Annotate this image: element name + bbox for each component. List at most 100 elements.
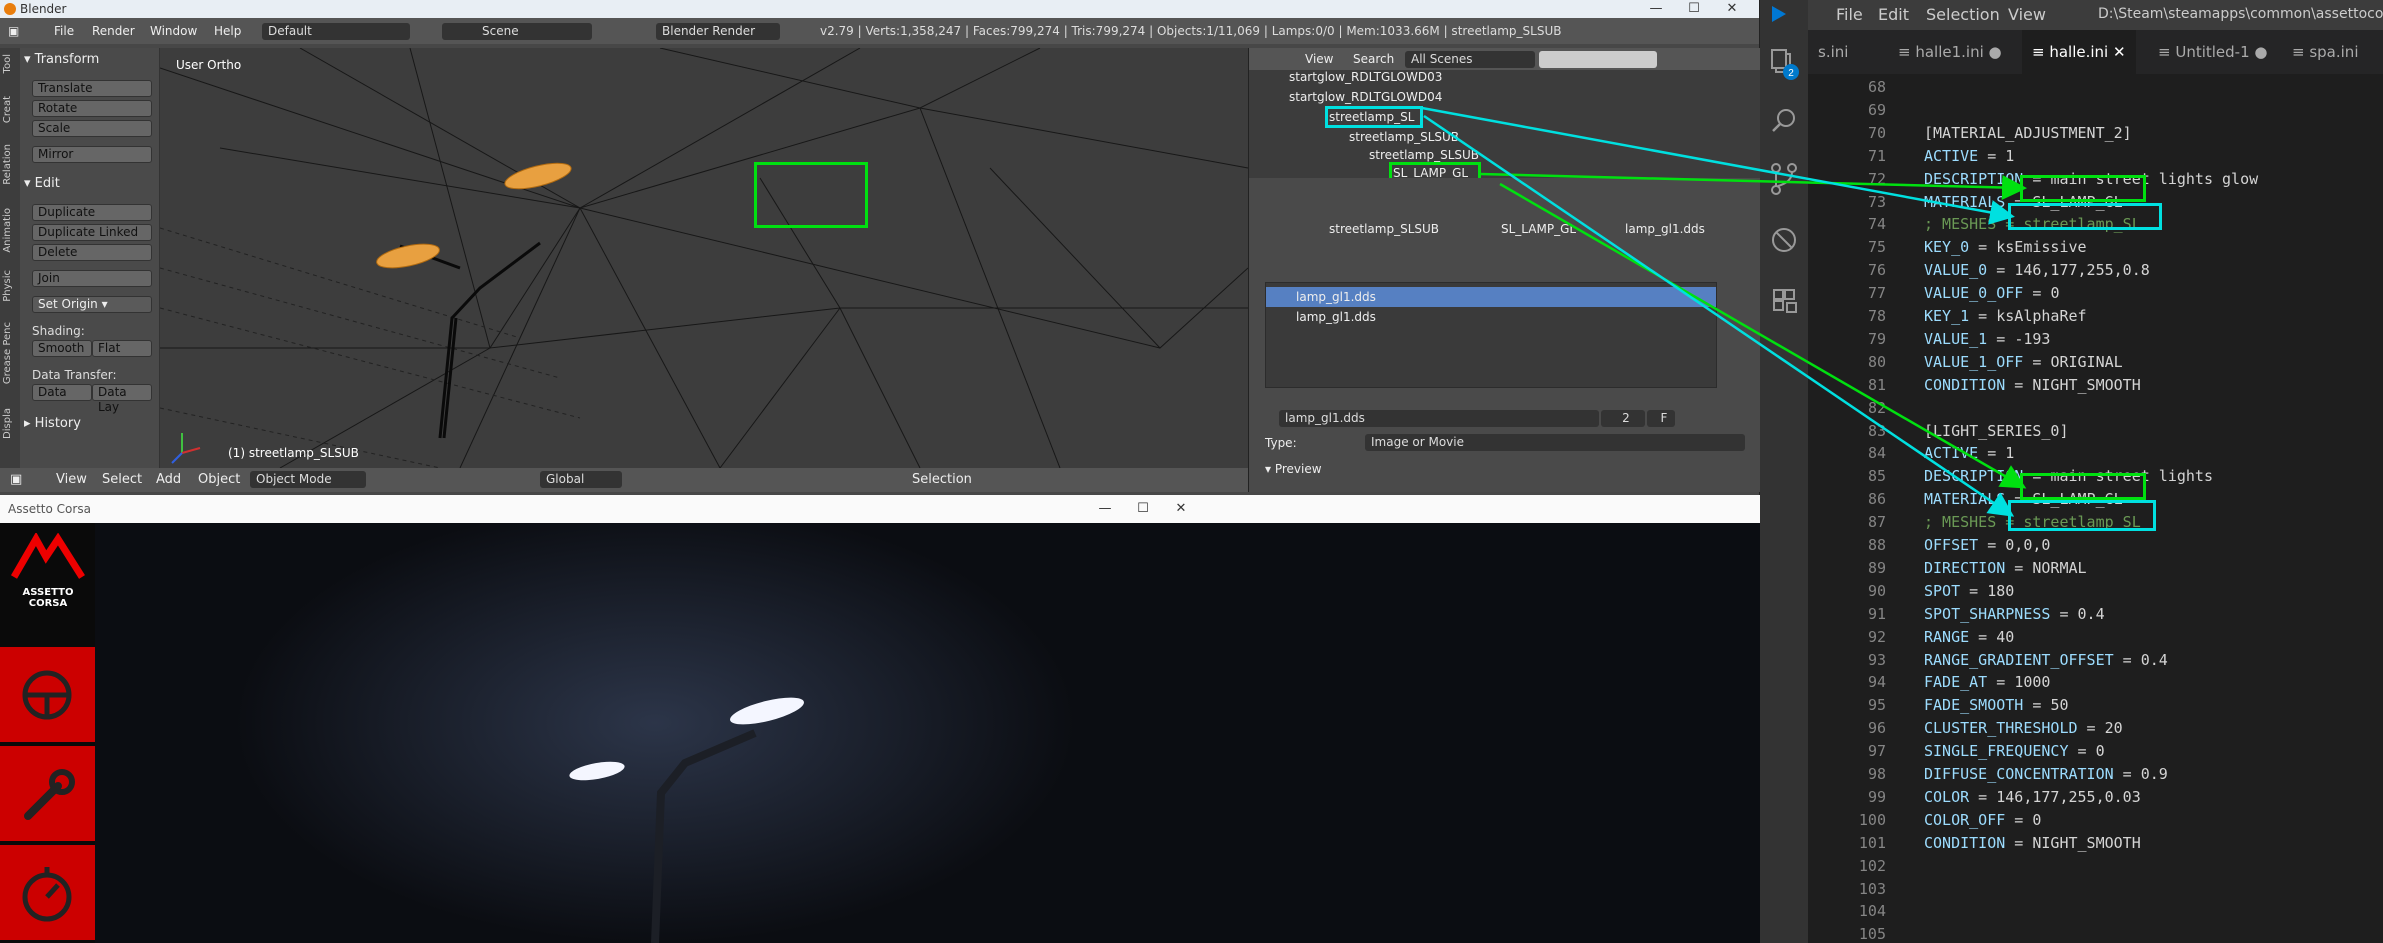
- code-line[interactable]: RANGE = 40: [1924, 628, 2014, 646]
- minimize-icon[interactable]: —: [1637, 0, 1675, 18]
- outliner-row[interactable]: streetlamp_SLSUB: [1349, 130, 1459, 144]
- search-icon[interactable]: [1772, 109, 1795, 132]
- translate-button[interactable]: Translate: [32, 80, 152, 97]
- preview-panel-header[interactable]: ▾ Preview: [1265, 462, 1322, 476]
- tab-relation[interactable]: Relation: [2, 144, 18, 185]
- setup-menu-tile[interactable]: [0, 746, 95, 843]
- texture-type-select[interactable]: Image or Movie: [1365, 434, 1745, 451]
- edit-panel-header[interactable]: ▾ Edit: [24, 176, 60, 191]
- layout-select[interactable]: Default: [262, 23, 410, 40]
- code-line[interactable]: RANGE_GRADIENT_OFFSET = 0.4: [1924, 651, 2168, 669]
- code-line[interactable]: FADE_SMOOTH = 50: [1924, 696, 2069, 714]
- menu-edit[interactable]: Edit: [1878, 5, 1909, 24]
- duplicate-button[interactable]: Duplicate: [32, 204, 152, 221]
- tab-halle-ini[interactable]: ≡ halle.ini ✕: [2022, 30, 2136, 74]
- code-line[interactable]: SPOT_SHARPNESS = 0.4: [1924, 605, 2105, 623]
- menu-select[interactable]: Select: [102, 472, 142, 487]
- tab-tool[interactable]: Tool: [2, 54, 18, 73]
- debug-icon[interactable]: [1772, 228, 1796, 252]
- menu-file[interactable]: File: [1836, 5, 1863, 24]
- tab-spa-ini[interactable]: ≡ spa.ini: [2282, 30, 2368, 74]
- breadcrumb-object[interactable]: streetlamp_SLSUB: [1329, 222, 1439, 236]
- texture-slot-item[interactable]: lamp_gl1.dds: [1266, 307, 1716, 327]
- close-icon[interactable]: ✕: [2113, 43, 2126, 61]
- texture-slot-item[interactable]: lamp_gl1.dds: [1266, 287, 1716, 307]
- code-line[interactable]: SINGLE_FREQUENCY = 0: [1924, 742, 2105, 760]
- menu-selection[interactable]: Selection: [1926, 5, 2000, 24]
- data-button[interactable]: Data: [32, 384, 92, 401]
- drive-menu-tile[interactable]: [0, 647, 95, 744]
- transform-panel-header[interactable]: ▾ Transform: [24, 52, 99, 67]
- maximize-icon[interactable]: ☐: [1675, 0, 1713, 18]
- tab-physics[interactable]: Physic: [2, 270, 18, 302]
- texture-users-count[interactable]: 2: [1601, 410, 1645, 427]
- scene-select[interactable]: Scene: [442, 23, 592, 40]
- menu-window[interactable]: Window: [150, 24, 197, 38]
- menu-help[interactable]: Help: [214, 24, 241, 38]
- breadcrumb-material[interactable]: SL_LAMP_GL: [1501, 222, 1576, 236]
- timing-menu-tile[interactable]: [0, 845, 95, 942]
- code-line[interactable]: VALUE_1_OFF = ORIGINAL: [1924, 353, 2123, 371]
- code-line[interactable]: ACTIVE = 1: [1924, 147, 2014, 165]
- lamp-mesh-left[interactable]: [375, 240, 442, 273]
- join-button[interactable]: Join: [32, 270, 152, 287]
- code-line[interactable]: FADE_AT = 1000: [1924, 673, 2050, 691]
- code-line[interactable]: DIFFUSE_CONCENTRATION = 0.9: [1924, 765, 2168, 783]
- menu-view[interactable]: View: [56, 472, 87, 487]
- history-panel-header[interactable]: ▸ History: [24, 416, 81, 431]
- code-line[interactable]: [MATERIAL_ADJUSTMENT_2]: [1924, 124, 2132, 142]
- tab-s-ini[interactable]: s.ini: [1808, 30, 1858, 74]
- render-engine-select[interactable]: Blender Render: [656, 23, 780, 40]
- code-line[interactable]: SPOT = 180: [1924, 582, 2014, 600]
- delete-button[interactable]: Delete: [32, 244, 152, 261]
- extensions-icon[interactable]: [1773, 289, 1797, 313]
- breadcrumb-texture[interactable]: lamp_gl1.dds: [1625, 222, 1705, 236]
- code-line[interactable]: VALUE_0_OFF = 0: [1924, 284, 2059, 302]
- outliner-menu-search[interactable]: Search: [1353, 52, 1394, 66]
- code-line[interactable]: DIRECTION = NORMAL: [1924, 559, 2087, 577]
- mode-select[interactable]: Object Mode: [250, 471, 366, 488]
- code-line[interactable]: VALUE_0 = 146,177,255,0.8: [1924, 261, 2150, 279]
- set-origin-dropdown[interactable]: Set Origin ▾: [32, 296, 152, 313]
- menu-add[interactable]: Add: [156, 472, 181, 487]
- tab-animation[interactable]: Animatio: [2, 208, 18, 253]
- data-layout-button[interactable]: Data Lay: [92, 384, 152, 414]
- code-line[interactable]: CLUSTER_THRESHOLD = 20: [1924, 719, 2123, 737]
- outliner-search-input[interactable]: [1539, 51, 1657, 68]
- code-line[interactable]: COLOR = 146,177,255,0.03: [1924, 788, 2141, 806]
- menu-object[interactable]: Object: [198, 472, 240, 487]
- source-control-icon[interactable]: [1771, 163, 1797, 195]
- outliner-menu-view[interactable]: View: [1305, 52, 1333, 66]
- fake-user-toggle[interactable]: F: [1647, 410, 1675, 427]
- tab-halle1-ini[interactable]: ≡ halle1.ini ●: [1888, 30, 2012, 74]
- editor-type-icon[interactable]: ▣: [10, 472, 22, 487]
- maximize-icon[interactable]: ☐: [1124, 495, 1162, 523]
- code-line[interactable]: KEY_0 = ksEmissive: [1924, 238, 2087, 256]
- mirror-button[interactable]: Mirror: [32, 146, 152, 163]
- code-line[interactable]: ACTIVE = 1: [1924, 444, 2014, 462]
- outliner-row[interactable]: startglow_RDLTGLOWD03: [1289, 70, 1442, 84]
- close-icon[interactable]: ✕: [1713, 0, 1751, 18]
- orientation-select[interactable]: Global: [540, 471, 622, 488]
- minimize-icon[interactable]: —: [1086, 495, 1124, 523]
- tab-create[interactable]: Creat: [2, 96, 18, 123]
- outliner-row[interactable]: streetlamp_SLSUB: [1369, 148, 1479, 162]
- code-line[interactable]: VALUE_1 = -193: [1924, 330, 2050, 348]
- close-icon[interactable]: ✕: [1162, 495, 1200, 523]
- menu-view[interactable]: View: [2008, 5, 2046, 24]
- code-line[interactable]: KEY_1 = ksAlphaRef: [1924, 307, 2087, 325]
- code-line[interactable]: CONDITION = NIGHT_SMOOTH: [1924, 376, 2141, 394]
- flat-button[interactable]: Flat: [92, 340, 152, 357]
- outliner-filter-select[interactable]: All Scenes: [1405, 51, 1535, 68]
- code-line[interactable]: OFFSET = 0,0,0: [1924, 536, 2050, 554]
- lamp-mesh-right[interactable]: [503, 158, 574, 194]
- menu-render[interactable]: Render: [92, 24, 135, 38]
- menu-file[interactable]: File: [54, 24, 74, 38]
- code-line[interactable]: [LIGHT_SERIES_0]: [1924, 422, 2069, 440]
- code-line[interactable]: CONDITION = NIGHT_SMOOTH: [1924, 834, 2141, 852]
- duplicate-linked-button[interactable]: Duplicate Linked: [32, 224, 152, 241]
- smooth-button[interactable]: Smooth: [32, 340, 92, 357]
- code-line[interactable]: COLOR_OFF = 0: [1924, 811, 2041, 829]
- scale-button[interactable]: Scale: [32, 120, 152, 137]
- rotate-button[interactable]: Rotate: [32, 100, 152, 117]
